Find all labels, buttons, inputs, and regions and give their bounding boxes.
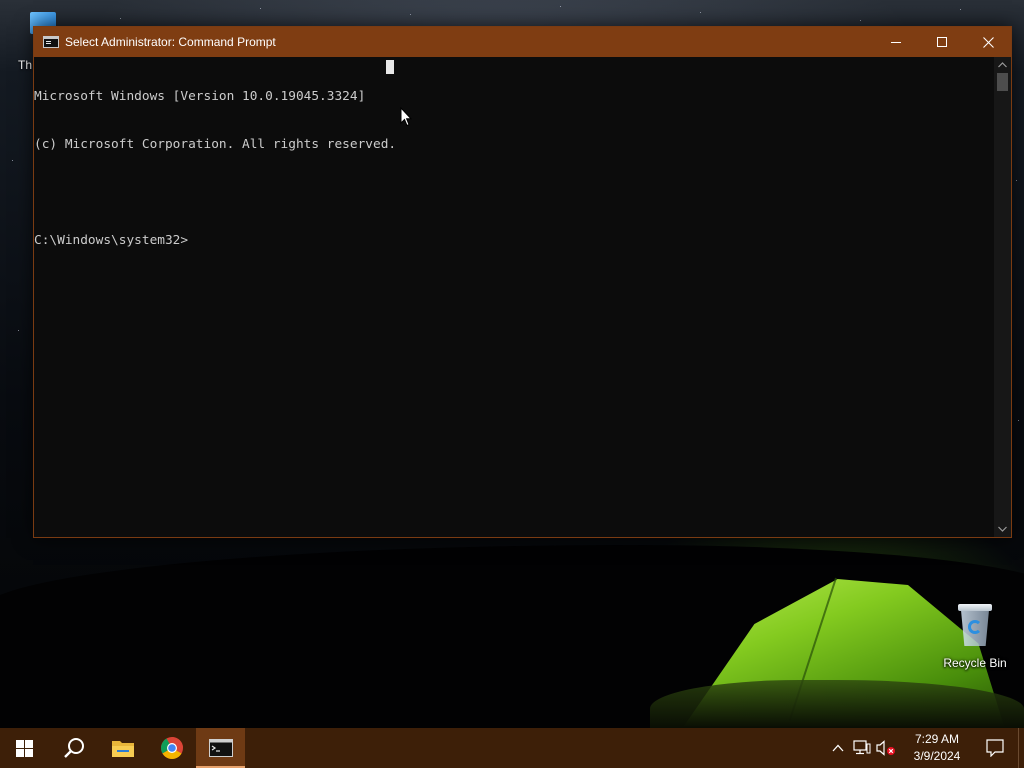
console-prompt: C:\Windows\system32> [34,233,189,248]
chrome-button[interactable] [147,728,196,768]
volume-button[interactable] [874,728,898,768]
taskbar-clock[interactable]: 7:29 AM 3/9/2024 [902,728,972,768]
network-icon [853,740,871,755]
chevron-down-icon [998,526,1007,532]
scroll-down-button[interactable] [994,521,1011,537]
window-controls [873,27,1011,57]
console-line: (c) Microsoft Corporation. All rights re… [34,137,397,152]
show-desktop-button[interactable] [1018,728,1024,768]
desktop-icon-label: Th [18,58,33,72]
command-prompt-taskbar-button[interactable] [196,728,245,768]
scroll-up-button[interactable] [994,57,1011,73]
recycle-bin-desktop-icon[interactable]: Recycle Bin [940,598,1010,674]
system-tray: 7:29 AM 3/9/2024 [826,728,1024,768]
recycle-bin-label: Recycle Bin [943,656,1007,670]
windows-logo-icon [16,739,33,757]
minimize-button[interactable] [873,27,919,57]
volume-muted-icon [876,740,895,756]
console-line: Microsoft Windows [Version 10.0.19045.33… [34,89,366,104]
window-titlebar[interactable]: Select Administrator: Command Prompt [34,27,1011,57]
search-icon [63,738,84,758]
action-center-button[interactable] [972,728,1018,768]
vertical-scrollbar[interactable] [994,57,1011,537]
text-cursor [386,60,394,74]
scroll-thumb[interactable] [997,73,1008,91]
start-button[interactable] [0,728,49,768]
chevron-up-icon [998,62,1007,68]
notification-icon [986,739,1004,757]
maximize-button[interactable] [919,27,965,57]
console-output[interactable]: Microsoft Windows [Version 10.0.19045.33… [34,57,996,537]
clock-date: 3/9/2024 [913,749,961,763]
taskbar: 7:29 AM 3/9/2024 [0,728,1024,768]
recycle-bin-icon [958,604,992,648]
file-explorer-button[interactable] [98,728,147,768]
minimize-icon [891,42,901,43]
chevron-up-icon [832,744,844,752]
maximize-icon [937,37,947,47]
network-button[interactable] [850,728,874,768]
mouse-pointer-icon [400,107,412,127]
cmd-icon [43,36,59,48]
show-hidden-icons-button[interactable] [826,728,850,768]
clock-time: 7:29 AM [914,732,960,746]
window-title: Select Administrator: Command Prompt [65,35,276,49]
command-prompt-window[interactable]: Select Administrator: Command Prompt Mic… [33,26,1012,538]
cmd-icon [208,739,233,757]
folder-icon [111,741,134,757]
chrome-icon [160,737,183,759]
search-button[interactable] [49,728,98,768]
close-icon [982,36,994,48]
close-button[interactable] [965,27,1011,57]
